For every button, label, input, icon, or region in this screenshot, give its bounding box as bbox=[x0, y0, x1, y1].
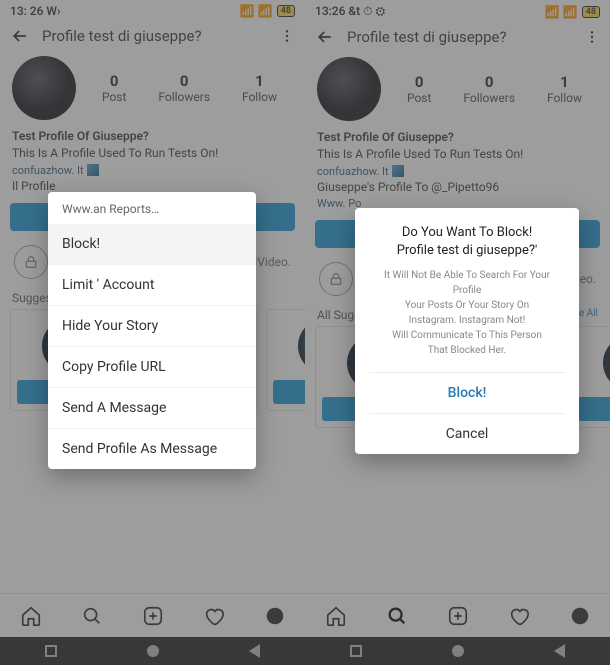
suggestion-card[interactable]: Segui bbox=[266, 309, 305, 411]
more-icon[interactable] bbox=[279, 28, 295, 44]
profile-stats: 0Post 0Followers 1Follow bbox=[86, 72, 293, 104]
menu-item-copy-url[interactable]: Copy Profile URL bbox=[48, 346, 256, 387]
app-header: Profile test di giuseppe? bbox=[0, 20, 305, 52]
profile-stats: 0Post 0Followers 1Follow bbox=[391, 73, 598, 105]
header-title: Profile test di giuseppe? bbox=[42, 27, 267, 45]
stat-posts[interactable]: 0Post bbox=[102, 72, 126, 104]
profile-icon[interactable] bbox=[264, 605, 286, 627]
recent-apps-button[interactable] bbox=[45, 645, 57, 657]
profile-avatar[interactable] bbox=[317, 57, 381, 121]
search-icon[interactable] bbox=[81, 605, 103, 627]
home-button[interactable] bbox=[147, 645, 159, 657]
lock-icon bbox=[319, 262, 353, 296]
bottom-nav bbox=[0, 593, 305, 637]
home-icon[interactable] bbox=[325, 605, 347, 627]
profile-bio: Test Profile Of Giuseppe? This Is A Prof… bbox=[305, 129, 610, 212]
add-post-icon[interactable] bbox=[447, 605, 469, 627]
profile-bio: Test Profile Of Giuseppe? This Is A Prof… bbox=[0, 128, 305, 195]
menu-item-restrict[interactable]: Limit ' Account bbox=[48, 264, 256, 305]
menu-item-hide-story[interactable]: Hide Your Story bbox=[48, 305, 256, 346]
menu-item-share-profile[interactable]: Send Profile As Message bbox=[48, 428, 256, 469]
profile-icon[interactable] bbox=[569, 605, 591, 627]
confirm-block-button[interactable]: Block! bbox=[369, 372, 565, 413]
private-text: IVideo. bbox=[254, 255, 291, 269]
profile-avatar[interactable] bbox=[12, 56, 76, 120]
dialog-body: It Will Not Be Able To Search For Your P… bbox=[369, 260, 565, 372]
add-post-icon[interactable] bbox=[142, 605, 164, 627]
stat-following[interactable]: 1Follow bbox=[242, 72, 277, 104]
back-button[interactable] bbox=[554, 644, 565, 658]
block-confirm-dialog: Do You Want To Block! Profile test di gi… bbox=[355, 208, 579, 454]
bottom-nav bbox=[305, 593, 610, 637]
activity-icon[interactable] bbox=[508, 605, 530, 627]
profile-actions-menu: Www.an Reports… Block! Limit ' Account H… bbox=[48, 192, 256, 469]
menu-item-send-message[interactable]: Send A Message bbox=[48, 387, 256, 428]
lock-icon bbox=[14, 245, 48, 279]
back-button[interactable] bbox=[249, 644, 260, 658]
cancel-button[interactable]: Cancel bbox=[369, 413, 565, 454]
back-icon[interactable] bbox=[10, 26, 30, 46]
follow-suggestion-button[interactable]: Segui bbox=[273, 380, 305, 404]
activity-icon[interactable] bbox=[203, 605, 225, 627]
stat-following[interactable]: 1Follow bbox=[547, 73, 582, 105]
back-icon[interactable] bbox=[315, 27, 335, 47]
dialog-subtitle: Profile test di giuseppe?' bbox=[369, 242, 565, 260]
home-icon[interactable] bbox=[20, 605, 42, 627]
stat-followers[interactable]: 0Followers bbox=[463, 73, 515, 105]
system-nav bbox=[305, 637, 610, 665]
home-button[interactable] bbox=[452, 645, 464, 657]
header-title: Profile test di giuseppe? bbox=[347, 28, 572, 46]
status-bar: 13:26 &t ⏱ ⚙ 📶 📶 48 bbox=[305, 0, 610, 21]
recent-apps-button[interactable] bbox=[350, 645, 362, 657]
stat-followers[interactable]: 0Followers bbox=[158, 72, 210, 104]
app-header: Profile test di giuseppe? bbox=[305, 21, 610, 53]
stat-posts[interactable]: 0Post bbox=[407, 73, 431, 105]
search-icon[interactable] bbox=[386, 605, 408, 627]
more-icon[interactable] bbox=[584, 29, 600, 45]
follow-suggestion-button[interactable]: Segui bbox=[578, 397, 610, 421]
menu-header: Www.an Reports… bbox=[48, 192, 256, 224]
status-bar: 13: 26 W› 📶 📶 48 bbox=[0, 0, 305, 20]
system-nav bbox=[0, 637, 305, 665]
menu-item-block[interactable]: Block! bbox=[48, 224, 256, 264]
dialog-title: Do You Want To Block! bbox=[369, 224, 565, 242]
